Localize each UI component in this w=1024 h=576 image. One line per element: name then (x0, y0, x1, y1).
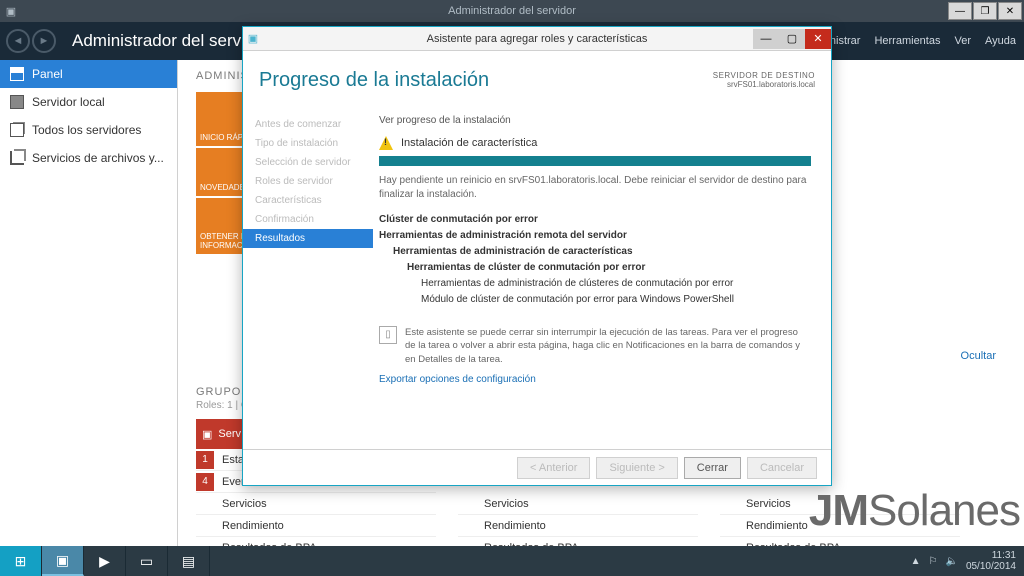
taskbar-server-manager[interactable]: ▣ (42, 546, 84, 576)
sidebar-item-label: Panel (32, 67, 63, 81)
group-row[interactable]: Rendimiento (720, 515, 960, 537)
step-install-type: Tipo de instalación (243, 134, 373, 153)
sidebar-item-panel[interactable]: Panel (0, 60, 177, 88)
step-results[interactable]: Resultados (243, 229, 373, 248)
group-row[interactable]: Rendimiento (196, 515, 436, 537)
export-settings-link[interactable]: Exportar opciones de configuración (379, 374, 811, 385)
close-button[interactable]: ✕ (998, 2, 1022, 20)
warning-icon (379, 136, 393, 150)
wizard-title: Asistente para agregar roles y caracterí… (427, 33, 648, 45)
maximize-button[interactable]: ❐ (973, 2, 997, 20)
minimize-button[interactable]: — (948, 2, 972, 20)
taskbar-app[interactable]: ▤ (168, 546, 210, 576)
nav-forward-button[interactable]: ► (32, 29, 56, 53)
window-title: Administrador del servidor (448, 5, 576, 17)
wizard-close-button[interactable]: ✕ (805, 29, 831, 49)
menu-tools[interactable]: Herramientas (874, 35, 940, 47)
servers-icon (10, 123, 24, 137)
pending-restart-text: Hay pendiente un reinicio en srvFS01.lab… (379, 174, 811, 202)
tray-network-icon[interactable]: ⚐ (929, 556, 938, 567)
taskbar-powershell[interactable]: ▶ (84, 546, 126, 576)
sidebar-item-label: Servicios de archivos y... (32, 151, 164, 165)
sidebar: Panel Servidor local Todos los servidore… (0, 60, 178, 554)
hide-link[interactable]: Ocultar (961, 350, 996, 362)
progress-bar (379, 156, 811, 166)
wizard-maximize-button[interactable]: ▢ (779, 29, 805, 49)
sidebar-item-all-servers[interactable]: Todos los servidores (0, 116, 177, 144)
wizard-content: Ver progreso de la instalación Instalaci… (373, 109, 831, 449)
system-tray[interactable]: ▲ ⚐ 🔈 11:31 05/10/2014 (911, 550, 1024, 572)
feature-tree: Clúster de conmutación por error Herrami… (379, 212, 811, 308)
step-server-select: Selección de servidor (243, 153, 373, 172)
previous-button: < Anterior (517, 457, 590, 479)
tray-flag-icon[interactable]: ▲ (911, 556, 921, 567)
app-icon: ▣ (0, 5, 22, 18)
close-wizard-button[interactable]: Cerrar (684, 457, 741, 479)
add-roles-wizard: ▣ Asistente para agregar roles y caracte… (242, 26, 832, 486)
tray-sound-icon[interactable]: 🔈 (945, 556, 957, 567)
info-icon: ▯ (379, 326, 397, 344)
wizard-page-title: Progreso de la instalación (259, 69, 489, 92)
group-row[interactable]: Rendimiento (458, 515, 698, 537)
files-icon (10, 151, 24, 165)
group-row[interactable]: Servicios (458, 493, 698, 515)
step-before-begin: Antes de comenzar (243, 115, 373, 134)
step-confirmation: Confirmación (243, 210, 373, 229)
wizard-footer: < Anterior Siguiente > Cerrar Cancelar (243, 449, 831, 485)
start-button[interactable]: ⊞ (0, 546, 42, 576)
main-window-titlebar: ▣ Administrador del servidor — ❐ ✕ (0, 0, 1024, 22)
wizard-steps: Antes de comenzar Tipo de instalación Se… (243, 109, 373, 449)
step-server-roles: Roles de servidor (243, 172, 373, 191)
sidebar-item-label: Todos los servidores (32, 123, 141, 137)
clock[interactable]: 11:31 05/10/2014 (966, 550, 1016, 572)
note-text: Este asistente se puede cerrar sin inter… (405, 326, 811, 366)
group-row[interactable]: Servicios (720, 493, 960, 515)
taskbar-explorer[interactable]: ▭ (126, 546, 168, 576)
destination-server: SERVIDOR DE DESTINO srvFS01.laboratoris.… (713, 71, 815, 89)
next-button: Siguiente > (596, 457, 677, 479)
view-progress-label: Ver progreso de la instalación (379, 115, 811, 126)
menu-help[interactable]: Ayuda (985, 35, 1016, 47)
server-icon (10, 95, 24, 109)
cancel-button: Cancelar (747, 457, 817, 479)
sidebar-item-label: Servidor local (32, 95, 105, 109)
warning-text: Instalación de característica (401, 137, 537, 149)
nav-back-button[interactable]: ◄ (6, 29, 30, 53)
wizard-titlebar[interactable]: ▣ Asistente para agregar roles y caracte… (243, 27, 831, 51)
group-row[interactable]: Servicios (196, 493, 436, 515)
taskbar: ⊞ ▣ ▶ ▭ ▤ ▲ ⚐ 🔈 11:31 05/10/2014 (0, 546, 1024, 576)
wizard-minimize-button[interactable]: — (753, 29, 779, 49)
sidebar-item-file-services[interactable]: Servicios de archivos y... (0, 144, 177, 172)
dashboard-icon (10, 67, 24, 81)
sidebar-item-local-server[interactable]: Servidor local (0, 88, 177, 116)
wizard-icon: ▣ (243, 32, 263, 45)
step-features: Características (243, 191, 373, 210)
menu-view[interactable]: Ver (954, 35, 971, 47)
